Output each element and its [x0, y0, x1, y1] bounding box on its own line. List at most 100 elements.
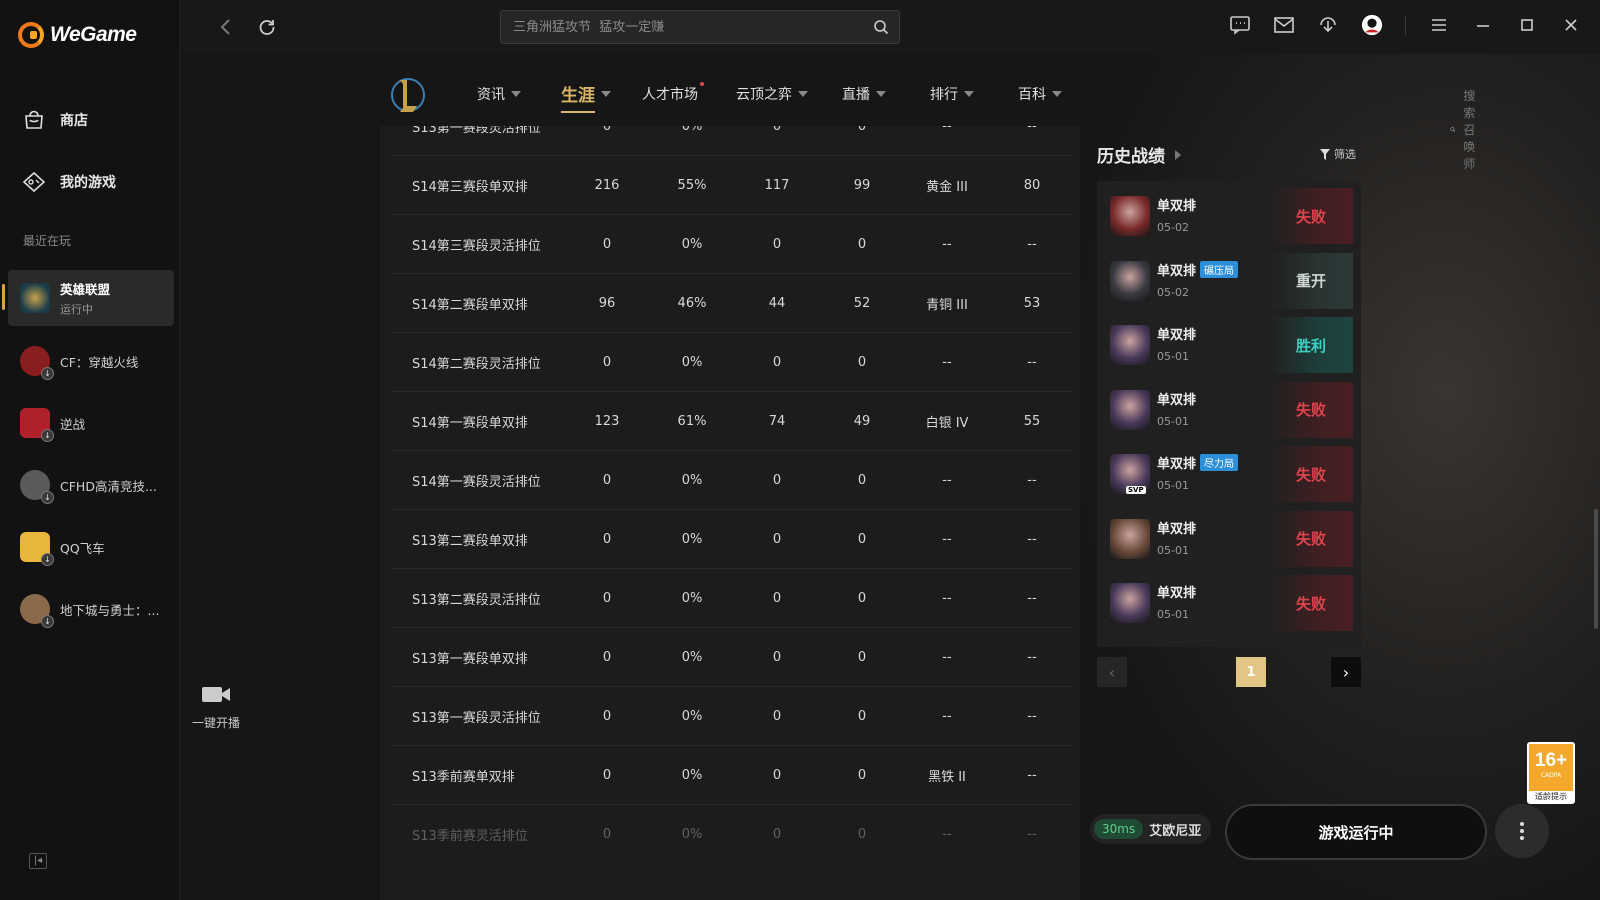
wegame-window: WeGame 商店 我的游戏 最近在玩 英雄联盟 运行中 ↓ CF：穿越火线 ↓… [0, 0, 1600, 900]
game-running-button[interactable]: 游戏运行中 [1225, 804, 1487, 860]
nav-my-games[interactable]: 我的游戏 [22, 170, 116, 194]
tab-tft[interactable]: 云顶之弈 [736, 84, 808, 104]
tab-wiki[interactable]: 百科 [1018, 84, 1062, 104]
game-item-cfhd[interactable]: ↓ CFHD高清竞技... [8, 457, 174, 513]
match-mode: 单双排 [1157, 582, 1196, 601]
table-row: S14第一赛段单双排 123 61% 74 49 白银 IV 55 [392, 392, 1072, 451]
stat-cell: 0 [857, 236, 867, 252]
queue-name: S14第三赛段单双排 [412, 179, 528, 195]
game-item-qq-speed[interactable]: ↓ QQ飞车 [8, 519, 174, 575]
game-item-cf[interactable]: ↓ CF：穿越火线 [8, 333, 174, 389]
wegame-logo[interactable]: WeGame [18, 22, 137, 48]
match-item[interactable]: 单双排 05-01 失败 [1107, 510, 1353, 568]
chat-icon[interactable] [1229, 14, 1251, 36]
server-status[interactable]: 30ms 艾欧尼亚 [1090, 814, 1212, 844]
collapse-sidebar-icon[interactable]: |◂ [29, 853, 47, 869]
game-item-nizhan[interactable]: ↓ 逆战 [8, 395, 174, 451]
stat-cell: 0% [681, 649, 703, 665]
match-tag: 尽力局 [1200, 454, 1239, 471]
match-result: 失败 [1269, 446, 1353, 502]
match-item[interactable]: 单双排 05-01 失败 [1107, 381, 1353, 439]
live-stream-button[interactable]: 一键开播 [188, 684, 244, 731]
table-row: S14第三赛段灵活排位 0 0% 0 0 -- -- [392, 215, 1072, 274]
match-mode-label: 单双排 [1157, 199, 1197, 214]
qq-speed-icon: ↓ [20, 532, 54, 566]
divider [1405, 15, 1406, 35]
menu-icon[interactable] [1428, 14, 1450, 36]
game-item-dnf[interactable]: ↓ 地下城与勇士：... [8, 581, 174, 637]
pager-next-button[interactable]: › [1331, 657, 1361, 687]
nav-shop[interactable]: 商店 [22, 108, 88, 132]
stat-cell: 61% [677, 413, 707, 429]
pager-current-page[interactable]: 1 [1236, 657, 1266, 687]
chevron-down-icon [601, 90, 611, 97]
table-row: S13第二赛段单双排 0 0% 0 0 -- -- [392, 510, 1072, 569]
stat-cell: 0 [857, 531, 867, 547]
refresh-icon[interactable] [256, 16, 278, 38]
topbar [180, 0, 1600, 54]
match-date: 05-01 [1157, 479, 1189, 492]
stat-cell: 0 [857, 767, 867, 783]
user-avatar-icon[interactable] [1361, 14, 1383, 36]
match-item[interactable]: 单双排 05-01 失败 [1107, 574, 1353, 632]
stat-cell: 216 [594, 177, 620, 193]
match-mode-label: 单双排 [1157, 586, 1197, 601]
game-item-lol[interactable]: 英雄联盟 运行中 [2, 270, 174, 326]
stat-cell: 0 [602, 649, 612, 665]
tab-career[interactable]: 生涯 [561, 81, 611, 113]
download-manager-icon[interactable] [1317, 14, 1339, 36]
stat-cell: -- [942, 354, 952, 370]
stat-cell: 0 [602, 236, 612, 252]
queue-name: S14第二赛段灵活排位 [412, 356, 541, 372]
tab-label: 云顶之弈 [736, 87, 792, 103]
table-row: S13第二赛段灵活排位 0 0% 0 0 -- -- [392, 569, 1072, 628]
close-icon[interactable] [1560, 14, 1582, 36]
table-row: S13第一赛段灵活排位 0 0% 0 0 -- -- [392, 126, 1072, 156]
stat-cell: 117 [764, 177, 790, 193]
stat-cell: -- [942, 708, 952, 724]
tab-live[interactable]: 直播 [842, 84, 886, 104]
match-mode: 单双排 [1157, 324, 1196, 343]
queue-name: S13第一赛段灵活排位 [412, 710, 541, 726]
stat-cell: -- [942, 826, 952, 842]
live-stream-label: 一键开播 [191, 716, 240, 730]
cfhd-icon: ↓ [20, 470, 54, 504]
stat-cell: -- [1027, 826, 1037, 842]
tab-rank[interactable]: 排行 [930, 84, 974, 104]
match-mode: 单双排 尽力局 [1157, 453, 1239, 472]
stat-cell: -- [942, 236, 952, 252]
summoner-search[interactable]: 搜索召唤师 [1450, 87, 1485, 172]
back-icon[interactable] [214, 16, 236, 38]
scrollbar[interactable] [1594, 509, 1598, 629]
match-item[interactable]: 单双排 05-02 失败 [1107, 187, 1353, 245]
maximize-icon[interactable] [1516, 14, 1538, 36]
match-item[interactable]: 单双排 碾压局 05-02 重开 [1107, 252, 1353, 310]
wegame-logo-icon [18, 22, 44, 48]
server-name: 艾欧尼亚 [1149, 823, 1202, 839]
table-row: S13季前赛单双排 0 0% 0 0 黑铁 II -- [392, 746, 1072, 805]
game-name: 地下城与勇士：... [60, 602, 160, 618]
pager-prev-button[interactable]: ‹ [1097, 657, 1127, 687]
stat-cell: -- [942, 531, 952, 547]
dnf-icon: ↓ [20, 594, 54, 628]
search-icon[interactable] [873, 19, 889, 39]
minimize-icon[interactable] [1472, 14, 1494, 36]
tab-talent-market[interactable]: 人才市场 [642, 82, 704, 104]
stat-cell: 0 [602, 767, 612, 783]
top-right-icons [1229, 14, 1582, 36]
mail-icon[interactable] [1273, 14, 1295, 36]
match-item[interactable]: SVP 单双排 尽力局 05-01 失败 [1107, 445, 1353, 503]
match-item[interactable]: 单双排 05-01 胜利 [1107, 316, 1353, 374]
search-input[interactable] [501, 11, 899, 43]
league-of-legends-logo-icon[interactable] [390, 74, 426, 116]
champion-avatar [1110, 389, 1150, 430]
history-title[interactable]: 历史战绩 [1097, 142, 1181, 167]
more-options-icon[interactable] [1495, 804, 1549, 858]
stat-cell: 99 [853, 177, 871, 193]
filter-button[interactable]: 筛选 [1320, 146, 1356, 162]
stat-cell: 青铜 III [926, 297, 968, 313]
stat-cell: 0 [857, 649, 867, 665]
table-row: S14第二赛段灵活排位 0 0% 0 0 -- -- [392, 333, 1072, 392]
stat-cell: 0% [681, 354, 703, 370]
tab-news[interactable]: 资讯 [477, 84, 521, 104]
